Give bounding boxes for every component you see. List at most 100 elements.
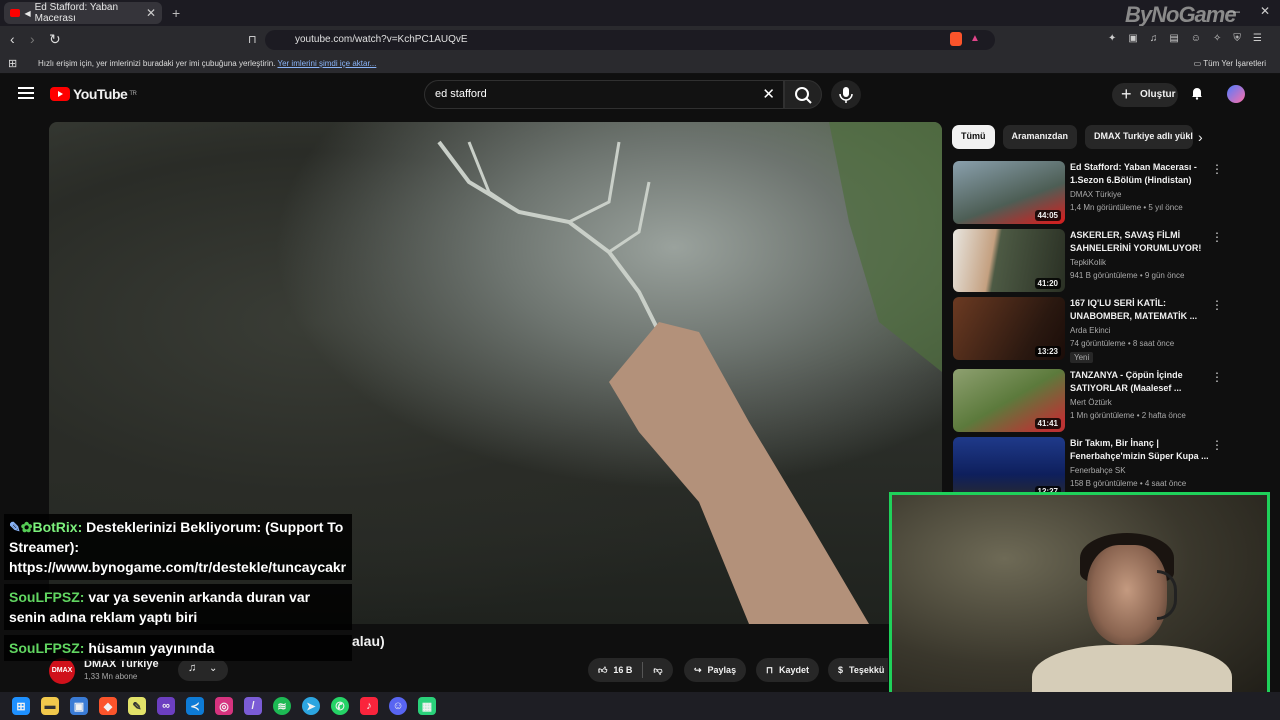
more-options-icon[interactable]: ⋮ (1211, 298, 1223, 312)
spotify-icon[interactable]: ≋ (273, 697, 291, 715)
share-button[interactable]: ↪ Paylaş (684, 658, 747, 682)
chevron-down-icon: ⌄ (209, 663, 218, 674)
video-title[interactable]: TANZANYA - Çöpün İçinde SATIYORLAR (Maal… (1070, 369, 1210, 395)
channel-avatar[interactable]: DMAX (49, 658, 75, 684)
forward-icon[interactable]: › (30, 31, 35, 47)
channel-name[interactable]: Mert Öztürk (1070, 398, 1112, 407)
back-icon[interactable]: ‹ (10, 31, 15, 47)
more-options-icon[interactable]: ⋮ (1211, 370, 1223, 384)
channel-name[interactable]: DMAX Türkiye (1070, 190, 1121, 199)
all-bookmarks-label: Tüm Yer İşaretleri (1203, 59, 1266, 68)
thanks-button[interactable]: $ Teşekkü (828, 658, 888, 682)
extensions-icon[interactable]: ✦ (1108, 33, 1116, 44)
browser-tab[interactable]: ◀ Ed Stafford: Yaban Macerası ✕ (4, 2, 162, 24)
recommendation-item[interactable]: 41:20 ASKERLER, SAVAŞ FİLMİ SAHNELERİNİ … (953, 229, 1253, 293)
rewards-icon[interactable]: ▲ (970, 33, 980, 44)
save-button[interactable]: ⊓ Kaydet (756, 658, 820, 682)
browser-tab-bar: ◀ Ed Stafford: Yaban Macerası ✕ + ByNoGa… (0, 0, 1280, 27)
create-label: Oluştur (1140, 89, 1176, 100)
media-icon[interactable]: ♫ (1150, 33, 1158, 44)
pen-icon[interactable]: / (244, 697, 262, 715)
thanks-label: Teşekkü (849, 665, 885, 675)
video-title[interactable]: Ed Stafford: Yaban Macerası - 1.Sezon 6.… (1070, 161, 1210, 187)
youtube-logo[interactable]: YouTube TR (50, 86, 137, 102)
notes-icon[interactable]: ✎ (128, 697, 146, 715)
taskbar: ⊞ ▬ ▣ ◆ ✎ ∞ ≺ ◎ / ≋ ➤ ✆ ♪ ☺ ▦ (0, 692, 1280, 720)
search-button[interactable] (784, 80, 822, 109)
brave-browser-icon[interactable]: ◆ (99, 697, 117, 715)
clear-search-icon[interactable]: ✕ (762, 85, 775, 103)
telegram-icon[interactable]: ➤ (302, 697, 320, 715)
chips-next-icon[interactable]: › (1198, 129, 1203, 145)
recommendation-item[interactable]: 13:23 167 IQ'LU SERİ KATİL: UNABOMBER, M… (953, 297, 1253, 363)
recommendation-item[interactable]: 41:41 TANZANYA - Çöpün İçinde SATIYORLAR… (953, 369, 1253, 433)
close-window-icon[interactable]: ✕ (1260, 4, 1270, 18)
more-options-icon[interactable]: ⋮ (1211, 438, 1223, 452)
more-options-icon[interactable]: ⋮ (1211, 230, 1223, 244)
bookmark-icon[interactable]: ⊓ (248, 33, 257, 46)
all-bookmarks[interactable]: ▭ Tüm Yer İşaretleri (1194, 59, 1266, 68)
vpn-icon[interactable]: ⛨ (1233, 33, 1241, 44)
user-avatar[interactable] (1227, 85, 1245, 103)
microphone-icon (839, 87, 853, 103)
save-label: Kaydet (779, 665, 810, 675)
file-explorer-icon[interactable]: ▬ (41, 697, 59, 715)
folder-icon: ▭ (1193, 59, 1204, 68)
url-bar[interactable]: youtube.com/watch?v=KchPC1AUQvE (265, 30, 995, 50)
chip-from-search[interactable]: Aramanızdan (1002, 125, 1078, 149)
chip-all[interactable]: Tümü (952, 125, 995, 149)
video-title[interactable]: ASKERLER, SAVAŞ FİLMİ SAHNELERİNİ YORUML… (1070, 229, 1210, 255)
like-icon[interactable]: 👍︎ (598, 665, 607, 676)
brave-shield-icon[interactable] (950, 32, 962, 46)
visual-studio-icon[interactable]: ∞ (157, 697, 175, 715)
video-title[interactable]: Bir Takım, Bir İnanç | Fenerbahçe'mizin … (1070, 437, 1210, 463)
chat-username: SouLFPSZ: (9, 589, 85, 605)
video-title[interactable]: 167 IQ'LU SERİ KATİL: UNABOMBER, MATEMAT… (1070, 297, 1210, 323)
video-thumbnail[interactable]: 44:05 (953, 161, 1065, 224)
more-options-icon[interactable]: ⋮ (1211, 162, 1223, 176)
chat-message: SouLFPSZ: hüsamın yayınında (4, 635, 352, 661)
chip-channel[interactable]: DMAX Turkiye adlı yükle (1085, 125, 1194, 149)
hamburger-menu-icon[interactable] (18, 87, 34, 99)
vscode-icon[interactable]: ≺ (186, 697, 204, 715)
pin-icon: ✎ (9, 519, 21, 535)
channel-name[interactable]: TepkiKolik (1070, 258, 1106, 267)
like-count[interactable]: 16 B (613, 665, 632, 675)
reload-icon[interactable]: ↻ (49, 31, 61, 48)
voice-search-button[interactable] (831, 80, 861, 109)
channel-name[interactable]: Arda Ekinci (1070, 326, 1110, 335)
wallet-icon[interactable]: ▣ (1128, 33, 1137, 44)
video-thumbnail[interactable]: 13:23 (953, 297, 1065, 360)
dislike-icon[interactable]: 👎︎ (653, 665, 662, 676)
profile-icon[interactable]: ☺ (1191, 33, 1201, 44)
chat-text: hüsamın yayınında (84, 640, 215, 656)
save-icon: ⊓ (766, 664, 774, 675)
minimize-icon[interactable]: — (1228, 4, 1240, 18)
search-input[interactable]: ed stafford ✕ (424, 80, 784, 109)
menu-icon[interactable]: ☰ (1253, 33, 1262, 44)
stream-app-icon[interactable]: ▦ (418, 697, 436, 715)
leo-icon[interactable]: ✧ (1213, 33, 1221, 44)
channel-name[interactable]: Fenerbahçe SK (1070, 466, 1126, 475)
search-value: ed stafford (435, 88, 487, 100)
recommendation-item[interactable]: 44:05 Ed Stafford: Yaban Macerası - 1.Se… (953, 161, 1253, 225)
music-icon[interactable]: ♪ (360, 697, 378, 715)
sidebar-icon[interactable]: ▤ (1169, 33, 1178, 44)
close-tab-icon[interactable]: ✕ (146, 6, 156, 20)
import-bookmarks-link[interactable]: Yer imlerini şimdi içe aktar... (277, 59, 376, 68)
start-icon[interactable]: ⊞ (12, 697, 30, 715)
instagram-icon[interactable]: ◎ (215, 697, 233, 715)
video-meta: 74 görüntüleme • 8 saat önce (1070, 339, 1175, 348)
subscribed-button[interactable]: ♫ ⌄ (178, 659, 228, 681)
discord-icon[interactable]: ☺ (389, 697, 407, 715)
apps-grid-icon[interactable]: ⊞ (8, 57, 17, 70)
whatsapp-icon[interactable]: ✆ (331, 697, 349, 715)
chat-message: SouLFPSZ: var ya sevenin arkanda duran v… (4, 584, 352, 630)
create-button[interactable]: Oluştur (1112, 83, 1178, 107)
video-thumbnail[interactable]: 41:41 (953, 369, 1065, 432)
new-tab-button[interactable]: + (172, 5, 180, 21)
video-thumbnail[interactable]: 12:27 (953, 437, 1065, 500)
photos-icon[interactable]: ▣ (70, 697, 88, 715)
notifications-bell-icon[interactable] (1190, 86, 1204, 100)
video-thumbnail[interactable]: 41:20 (953, 229, 1065, 292)
